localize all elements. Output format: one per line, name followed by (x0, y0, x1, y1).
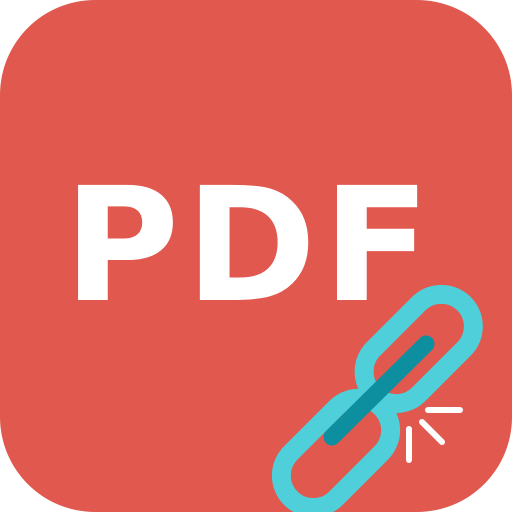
pdf-link-app-icon[interactable]: PDF (0, 0, 512, 512)
pdf-link-icon-svg: PDF (0, 0, 512, 512)
pdf-label: PDF (64, 154, 437, 338)
